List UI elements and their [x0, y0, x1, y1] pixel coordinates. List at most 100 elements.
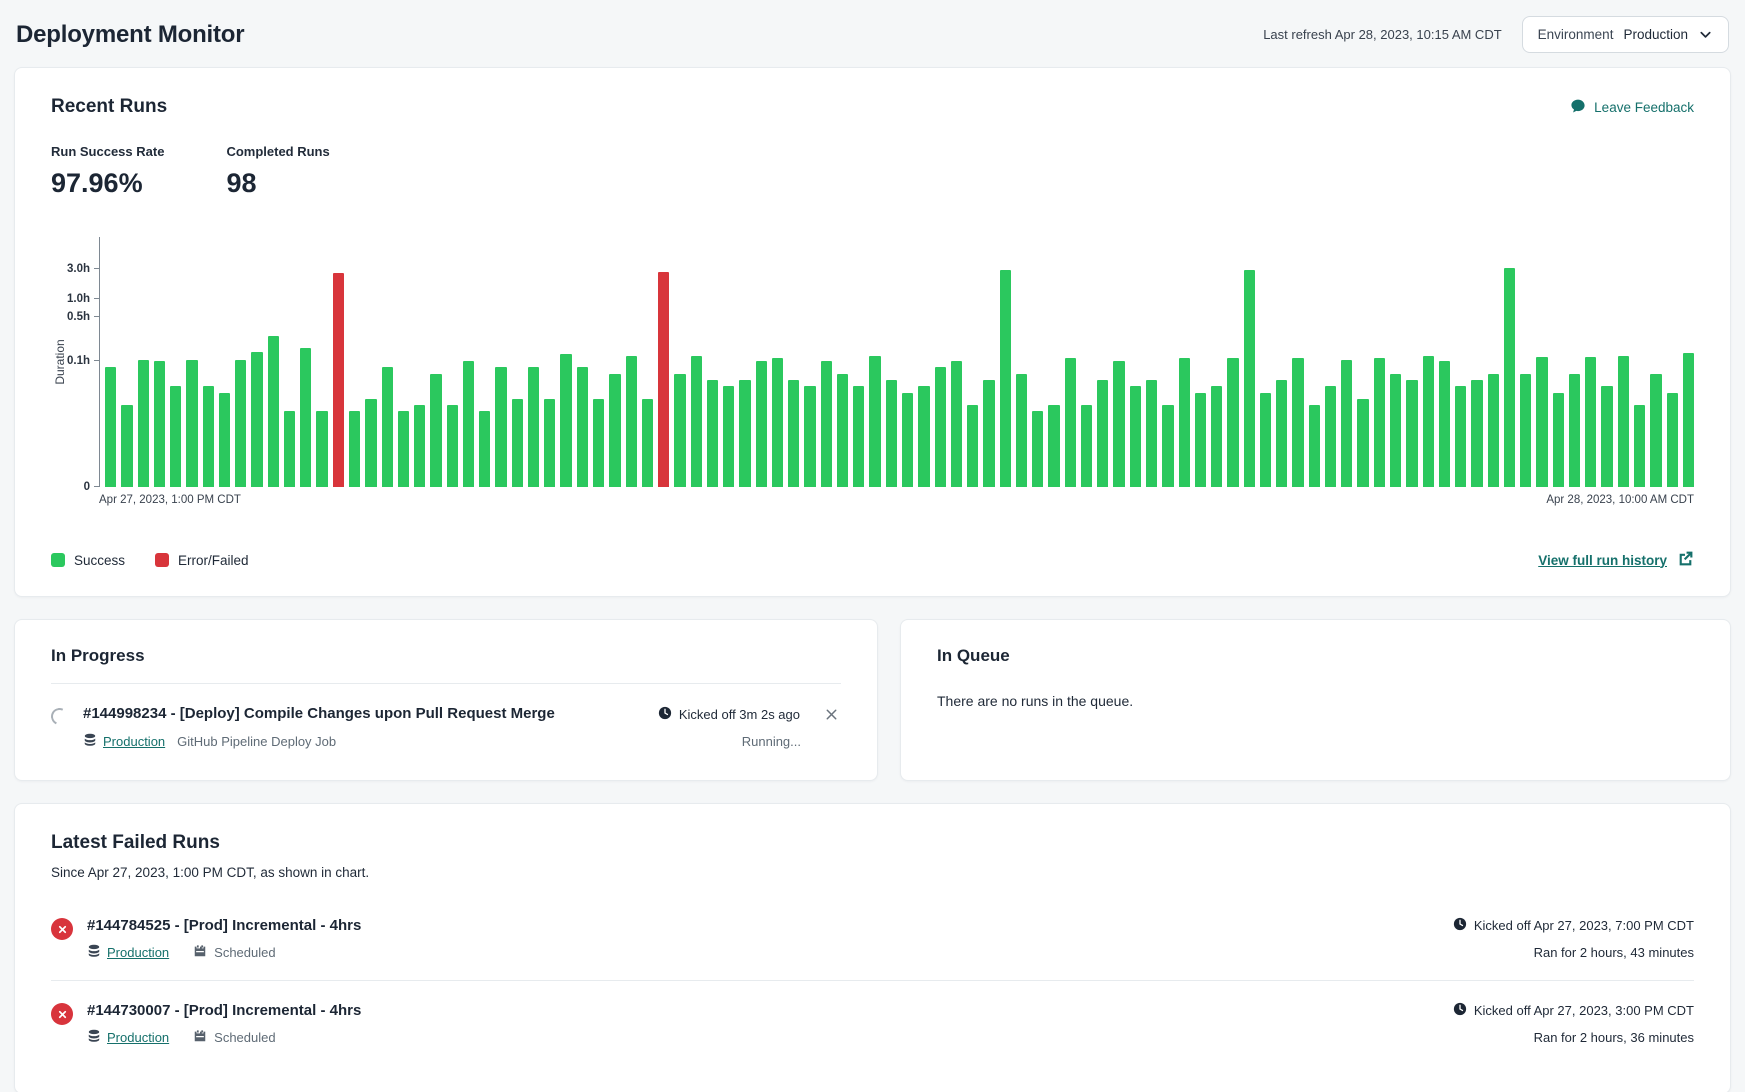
- run-bar-success[interactable]: [268, 336, 279, 487]
- run-bar-success[interactable]: [1130, 386, 1141, 487]
- run-bar-success[interactable]: [1016, 374, 1027, 487]
- run-bar-success[interactable]: [186, 360, 197, 487]
- run-bar-success[interactable]: [1504, 268, 1515, 487]
- run-bar-success[interactable]: [1455, 386, 1466, 487]
- run-bar-success[interactable]: [1471, 380, 1482, 487]
- run-bar-success[interactable]: [886, 380, 897, 487]
- run-bar-success[interactable]: [642, 399, 653, 487]
- run-bar-failed[interactable]: [333, 273, 344, 487]
- run-bar-success[interactable]: [1423, 356, 1434, 487]
- run-bar-success[interactable]: [1536, 357, 1547, 487]
- environment-link[interactable]: Production: [83, 733, 165, 750]
- run-bar-success[interactable]: [739, 380, 750, 487]
- run-bar-success[interactable]: [626, 356, 637, 487]
- run-bar-success[interactable]: [1195, 393, 1206, 488]
- run-bar-success[interactable]: [1309, 405, 1320, 487]
- run-bar-success[interactable]: [447, 405, 458, 487]
- run-bar-success[interactable]: [1357, 399, 1368, 487]
- run-bar-success[interactable]: [691, 356, 702, 487]
- run-bar-success[interactable]: [1000, 270, 1011, 487]
- run-bar-success[interactable]: [1276, 380, 1287, 487]
- run-bar-success[interactable]: [1618, 356, 1629, 487]
- run-bar-success[interactable]: [430, 374, 441, 487]
- run-bar-success[interactable]: [1325, 386, 1336, 487]
- run-bar-success[interactable]: [349, 411, 360, 487]
- run-bar-success[interactable]: [967, 405, 978, 487]
- run-bar-success[interactable]: [365, 399, 376, 487]
- run-bar-success[interactable]: [772, 358, 783, 487]
- run-bar-success[interactable]: [1374, 358, 1385, 487]
- run-bar-success[interactable]: [300, 348, 311, 487]
- run-bar-success[interactable]: [1601, 386, 1612, 487]
- run-bar-success[interactable]: [495, 367, 506, 487]
- run-bar-success[interactable]: [284, 411, 295, 487]
- run-bar-success[interactable]: [1162, 405, 1173, 487]
- run-bar-success[interactable]: [1488, 374, 1499, 487]
- run-bar-success[interactable]: [804, 386, 815, 487]
- run-bar-success[interactable]: [1406, 380, 1417, 487]
- run-bar-success[interactable]: [138, 360, 149, 487]
- run-bar-success[interactable]: [105, 367, 116, 487]
- run-bar-success[interactable]: [593, 399, 604, 487]
- run-bar-success[interactable]: [837, 374, 848, 487]
- environment-dropdown[interactable]: Environment Production: [1522, 16, 1729, 53]
- run-bar-success[interactable]: [1032, 411, 1043, 487]
- run-bar-success[interactable]: [1211, 386, 1222, 487]
- run-bar-success[interactable]: [1650, 374, 1661, 487]
- run-bar-success[interactable]: [821, 361, 832, 487]
- run-bar-success[interactable]: [1065, 358, 1076, 487]
- run-bar-success[interactable]: [609, 374, 620, 487]
- run-bar-success[interactable]: [1113, 361, 1124, 487]
- run-bar-success[interactable]: [1081, 405, 1092, 487]
- environment-link[interactable]: Production: [87, 1029, 169, 1046]
- run-bar-success[interactable]: [707, 380, 718, 487]
- run-bar-success[interactable]: [1667, 393, 1678, 488]
- leave-feedback-link[interactable]: Leave Feedback: [1570, 98, 1694, 117]
- run-bar-success[interactable]: [983, 380, 994, 487]
- run-bar-success[interactable]: [902, 393, 913, 488]
- run-bar-success[interactable]: [577, 367, 588, 487]
- run-bar-success[interactable]: [1341, 360, 1352, 487]
- run-bar-success[interactable]: [869, 356, 880, 487]
- run-bar-success[interactable]: [316, 411, 327, 487]
- run-bar-success[interactable]: [935, 367, 946, 487]
- run-bar-failed[interactable]: [658, 272, 669, 488]
- run-bar-success[interactable]: [479, 411, 490, 487]
- run-bar-success[interactable]: [235, 360, 246, 487]
- run-bar-success[interactable]: [544, 399, 555, 487]
- run-bar-success[interactable]: [512, 399, 523, 487]
- run-bar-success[interactable]: [1292, 358, 1303, 487]
- run-bar-success[interactable]: [382, 367, 393, 487]
- run-bar-success[interactable]: [1634, 405, 1645, 487]
- run-bar-success[interactable]: [463, 361, 474, 487]
- run-bar-success[interactable]: [951, 361, 962, 487]
- run-bar-success[interactable]: [1585, 357, 1596, 487]
- run-bar-success[interactable]: [918, 386, 929, 487]
- run-bar-success[interactable]: [1553, 393, 1564, 488]
- run-bar-success[interactable]: [528, 367, 539, 487]
- run-bar-success[interactable]: [723, 386, 734, 487]
- run-bar-success[interactable]: [853, 386, 864, 487]
- run-bar-success[interactable]: [398, 411, 409, 487]
- run-bar-success[interactable]: [1227, 358, 1238, 487]
- run-bar-success[interactable]: [1569, 374, 1580, 487]
- run-bar-success[interactable]: [788, 380, 799, 487]
- run-bar-success[interactable]: [154, 361, 165, 487]
- run-bar-success[interactable]: [1048, 405, 1059, 487]
- run-bar-success[interactable]: [1683, 353, 1694, 487]
- run-bar-success[interactable]: [1146, 380, 1157, 487]
- close-icon[interactable]: [822, 705, 841, 724]
- run-bar-success[interactable]: [1390, 374, 1401, 487]
- run-bar-success[interactable]: [756, 361, 767, 487]
- run-bar-success[interactable]: [560, 354, 571, 487]
- run-bar-success[interactable]: [1439, 361, 1450, 487]
- run-bar-success[interactable]: [674, 374, 685, 487]
- run-bar-success[interactable]: [251, 352, 262, 487]
- run-bar-success[interactable]: [1179, 358, 1190, 487]
- run-bar-success[interactable]: [1097, 380, 1108, 487]
- run-bar-success[interactable]: [219, 393, 230, 488]
- run-bar-success[interactable]: [1520, 374, 1531, 487]
- view-full-run-history-link[interactable]: View full run history: [1538, 550, 1694, 570]
- environment-link[interactable]: Production: [87, 944, 169, 961]
- run-bar-success[interactable]: [121, 405, 132, 487]
